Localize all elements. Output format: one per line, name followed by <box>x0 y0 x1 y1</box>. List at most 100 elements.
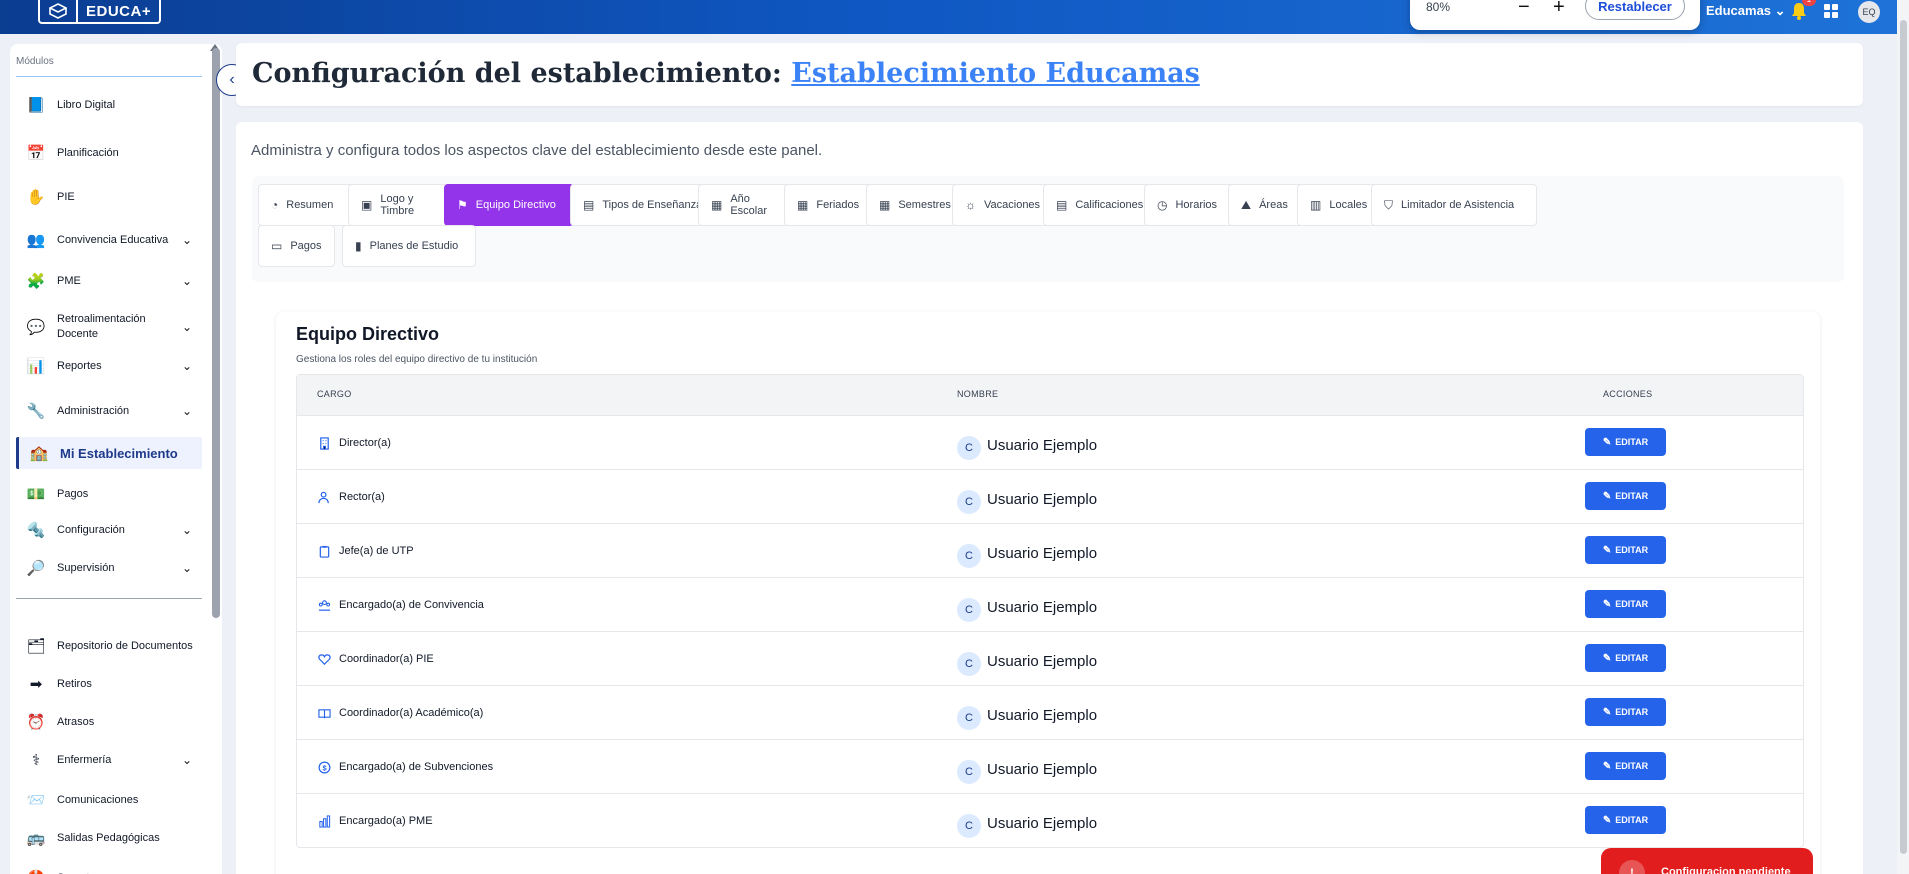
sidebar-item[interactable]: 🏫 Mi Establecimiento <box>16 437 202 469</box>
tab[interactable]: ▦ Feriados <box>784 184 876 226</box>
edit-button[interactable]: ✎ EDITAR <box>1585 482 1666 510</box>
chevron-down-icon[interactable]: ⌄ <box>180 233 194 247</box>
tab[interactable]: ▤ Calificaciones <box>1043 184 1160 226</box>
pie-chart-icon: 📊 <box>26 358 46 375</box>
edit-button[interactable]: ✎ EDITAR <box>1585 644 1666 672</box>
avatar: C <box>957 760 981 784</box>
sidebar-item-label: Comunicaciones <box>57 793 139 806</box>
user-cell: C Usuario Ejemplo <box>957 538 1097 568</box>
chevron-down-icon[interactable]: ⌄ <box>180 753 194 767</box>
page-scrollbar-thumb[interactable] <box>1900 20 1907 854</box>
table-row: Encargado(a) PME C Usuario Ejemplo ✎ EDITAR <box>297 793 1803 847</box>
tab-label: Planes de Estudio <box>369 240 459 252</box>
building-icon: ▥ <box>1310 198 1322 212</box>
chevron-down-icon[interactable]: ⌄ <box>180 561 194 575</box>
tab[interactable]: ▣ Logo y Timbre <box>348 184 458 226</box>
tab-label: Resumen <box>286 199 334 211</box>
toast-label: Configuracion pendiente <box>1661 866 1791 874</box>
user-name: Usuario Ejemplo <box>987 706 1098 724</box>
sidebar-item-label: PIE <box>57 190 75 203</box>
feedback-icon: 💬 <box>26 319 46 336</box>
edit-button[interactable]: ✎ EDITAR <box>1585 752 1666 780</box>
sidebar-item[interactable]: ✋ PIE <box>16 181 202 213</box>
sidebar-item[interactable]: ⏰ Atrasos <box>16 706 202 738</box>
tab[interactable]: ◔ Resumen <box>258 184 356 226</box>
user-name: Usuario Ejemplo <box>987 760 1098 778</box>
sidebar-item-label: Mi Establecimiento <box>60 445 178 461</box>
book-tab-icon: ▤ <box>583 198 595 212</box>
tab[interactable]: ⛉ Limitador de Asistencia <box>1371 184 1537 226</box>
edit-button[interactable]: ✎ EDITAR <box>1585 590 1666 618</box>
sidebar-item[interactable]: 🔎 Supervisión ⌄ <box>16 552 202 584</box>
sidebar-item[interactable]: 💵 Pagos <box>16 478 202 510</box>
tab[interactable]: ◷ Horarios <box>1144 184 1235 226</box>
sidebar-item[interactable]: 📊 Reportes ⌄ <box>16 350 202 382</box>
column-header-acciones: ACCIONES <box>1603 389 1653 399</box>
zoom-reset-button[interactable]: Restablecer <box>1585 0 1685 20</box>
sidebar-item[interactable]: 🗂 Repositorio de Documentos <box>16 626 202 666</box>
tab[interactable]: ▦ Semestres <box>866 184 966 226</box>
sidebar-item-label: Soporte <box>57 871 202 874</box>
edit-button[interactable]: ✎ EDITAR <box>1585 536 1666 564</box>
sidebar-item[interactable]: 📨 Comunicaciones <box>16 784 202 816</box>
edit-icon: ✎ <box>1602 706 1612 718</box>
establishment-link[interactable]: Establecimiento Educamas <box>791 58 1200 89</box>
sidebar-item-label: Salidas Pedagógicas <box>57 831 160 844</box>
sidebar-item-label: Configuración <box>57 523 125 536</box>
book-icon: 📘 <box>26 97 46 114</box>
user-name: Usuario Ejemplo <box>987 436 1098 454</box>
chevron-down-icon[interactable]: ⌄ <box>180 404 194 418</box>
tab-label: Año Escolar <box>730 193 768 217</box>
alert-icon: ! <box>1619 860 1645 874</box>
sidebar-item[interactable]: 👥 Convivencia Educativa ⌄ <box>16 224 202 256</box>
avatar: C <box>957 490 981 514</box>
open-book-icon <box>317 706 331 720</box>
chevron-down-icon[interactable]: ⌄ <box>180 359 194 373</box>
sidebar-item[interactable]: 🔩 Configuración ⌄ <box>16 514 202 546</box>
tab[interactable]: ⚑ Equipo Directivo <box>444 184 574 226</box>
table-row: Coordinador(a) PIE C Usuario Ejemplo ✎ EDITA… <box>297 631 1803 685</box>
team-icon: ⚑ <box>457 198 468 212</box>
tab[interactable]: ☼ Vacaciones <box>952 184 1056 226</box>
sidebar-scrollbar[interactable] <box>212 48 220 618</box>
chevron-down-icon[interactable]: ⌄ <box>180 274 194 288</box>
edit-button[interactable]: ✎ EDITAR <box>1585 428 1666 456</box>
chevron-down-icon[interactable]: ⌄ <box>180 320 194 334</box>
cargo-cell: Rector(a) <box>317 490 385 504</box>
edit-label: EDITAR <box>1615 761 1649 771</box>
chevron-down-icon[interactable]: ⌄ <box>180 523 194 537</box>
edit-icon: ✎ <box>1602 652 1612 664</box>
zoom-out-button[interactable]: − <box>1518 0 1530 19</box>
users-icon <box>317 490 331 504</box>
avatar[interactable]: EQ <box>1858 1 1880 23</box>
sidebar-item[interactable]: 📅 Planificación <box>16 137 202 169</box>
sidebar-item[interactable]: 🔧 Administración ⌄ <box>16 395 202 427</box>
user-menu[interactable]: Educamas ⌄ <box>1706 3 1786 19</box>
pending-config-toast[interactable]: ! Configuracion pendiente <box>1601 848 1813 874</box>
edit-button[interactable]: ✎ EDITAR <box>1585 698 1666 726</box>
sidebar-item[interactable]: ⚕ Enfermería ⌄ <box>16 744 202 776</box>
avatar: C <box>957 652 981 676</box>
zoom-popup: 80% − + Restablecer <box>1410 0 1700 30</box>
tab[interactable]: ▮ Planes de Estudio <box>342 225 476 267</box>
sidebar-item[interactable]: ➡ Retiros <box>16 668 202 700</box>
sidebar-item[interactable]: 🧩 PME ⌄ <box>16 265 202 297</box>
sidebar-item[interactable]: 🚌 Salidas Pedagógicas <box>16 822 202 854</box>
edit-button[interactable]: ✎ EDITAR <box>1585 806 1666 834</box>
sidebar-item[interactable]: 🛟 Soporte <box>16 862 202 874</box>
sidebar-item[interactable]: 📘 Libro Digital <box>16 89 202 121</box>
clock-tab-icon: ◷ <box>1157 198 1168 212</box>
tab[interactable]: ▭ Pagos <box>258 225 335 267</box>
sidebar-item-label: PME <box>57 274 81 287</box>
edit-icon: ✎ <box>1602 436 1612 448</box>
cargo-cell: $ Encargado(a) de Subvenciones <box>317 760 493 774</box>
table-row: Coordinador(a) Académico(a) C Usuario Ejem… <box>297 685 1803 739</box>
apps-grid-icon[interactable] <box>1823 3 1839 24</box>
sidebar-item[interactable]: 💬 Retroalimentación Docente ⌄ <box>16 307 202 347</box>
app-logo[interactable]: EDUCA+ <box>38 0 162 24</box>
wrench-icon: 🔧 <box>26 403 46 420</box>
tab[interactable]: ▦ Año Escolar <box>698 184 789 226</box>
sidebar-item-label: Administración <box>57 404 130 417</box>
avatar: C <box>957 598 981 622</box>
zoom-in-button[interactable]: + <box>1553 0 1565 19</box>
